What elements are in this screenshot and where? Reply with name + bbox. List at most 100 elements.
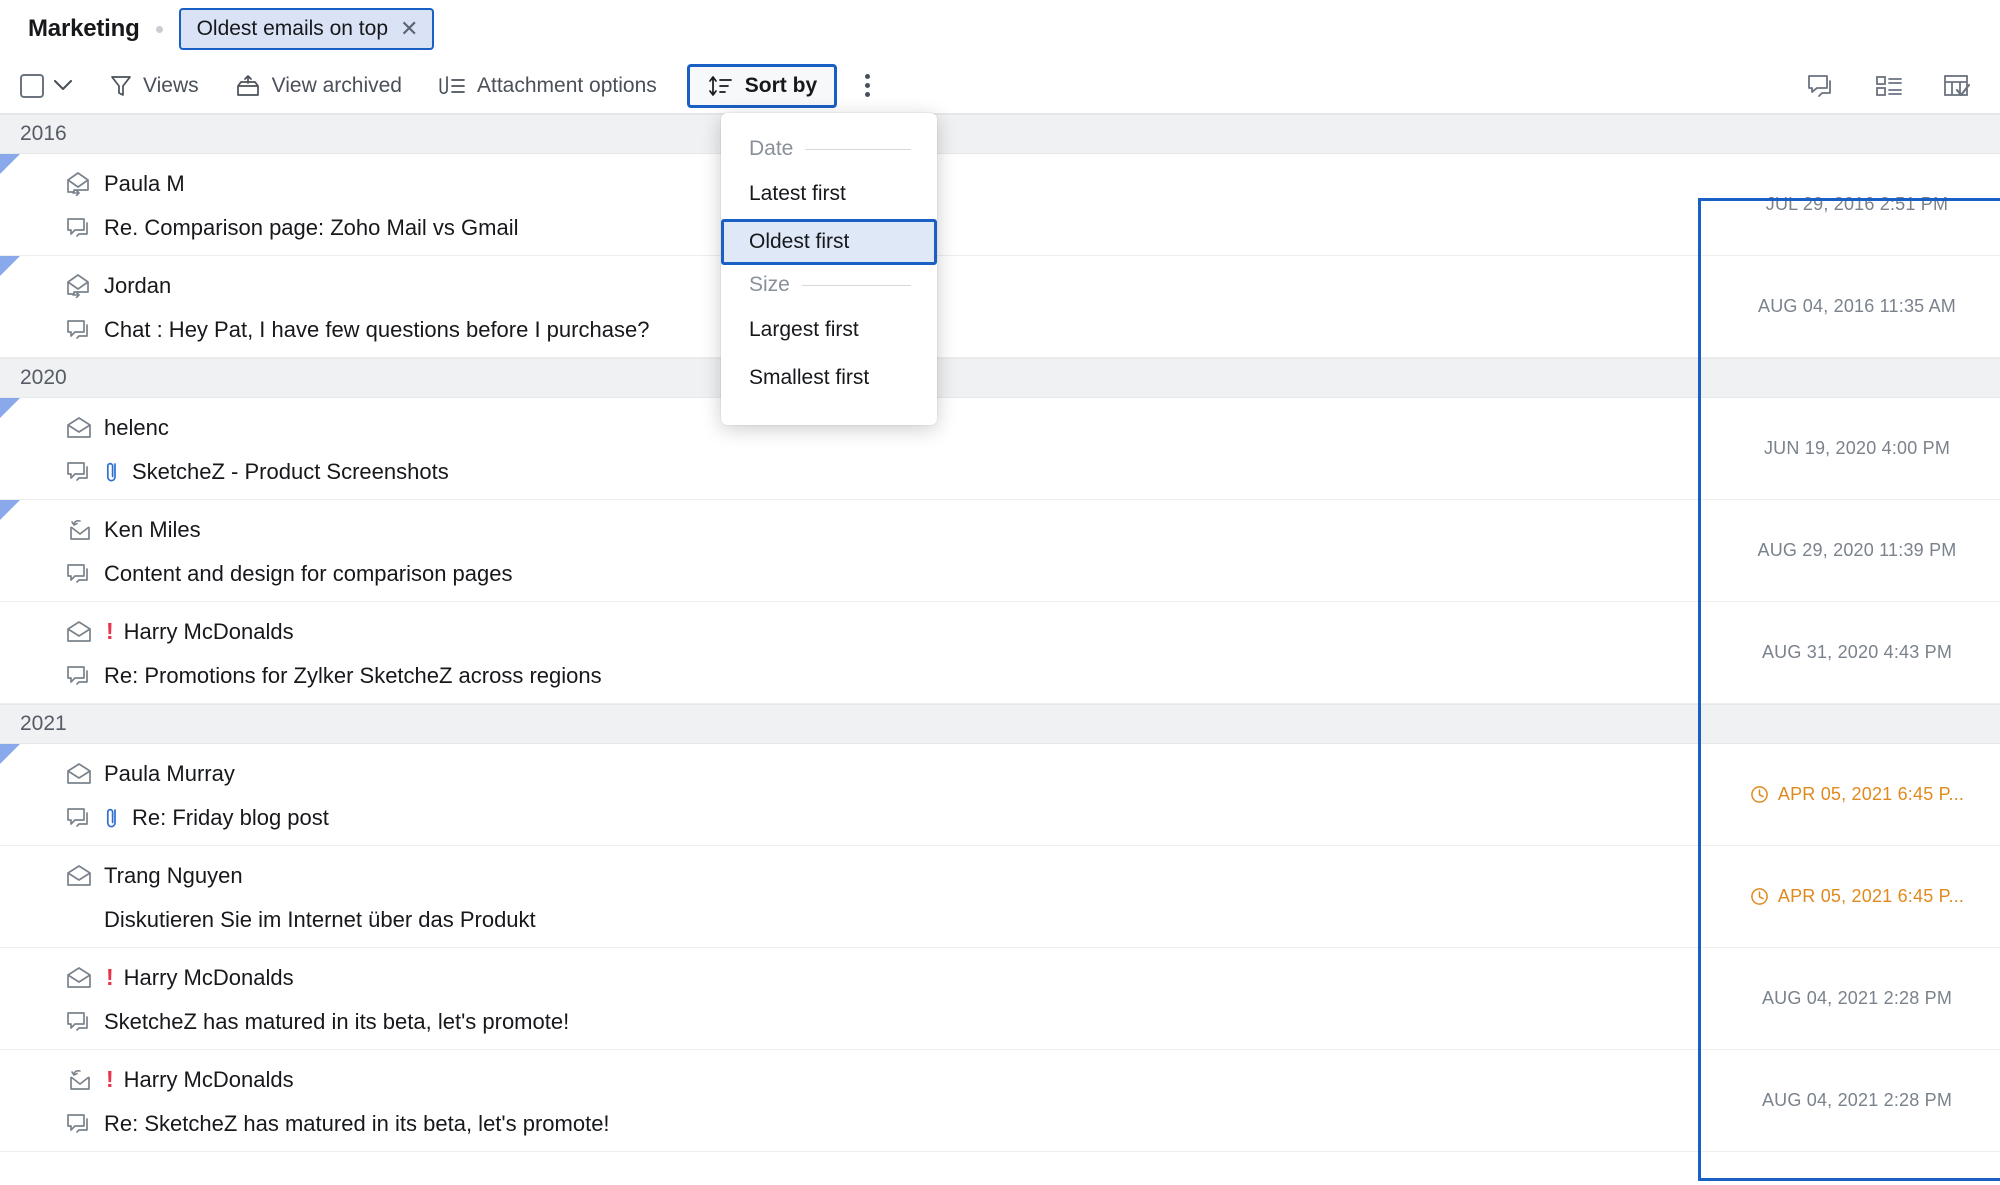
sort-by-button[interactable]: Sort by (686, 63, 838, 108)
select-all-checkbox[interactable] (20, 73, 44, 98)
email-subject-line: SketcheZ - Product Screenshots (66, 450, 1740, 494)
high-priority-icon: ! (106, 964, 114, 990)
clock-icon (1750, 887, 1769, 906)
toolbar-item-view-archived[interactable]: View archived (225, 68, 412, 104)
conversation-icon (66, 216, 92, 240)
conversation-icon (66, 1010, 92, 1034)
envelope-open-icon (66, 966, 92, 989)
email-date: AUG 04, 2021 2:28 PM (1761, 988, 1953, 1008)
email-date-cell: AUG 31, 2020 4:43 PM (1740, 642, 2000, 663)
email-sender: Paula Murray (104, 760, 235, 786)
active-sort-chip[interactable]: Oldest emails on top ✕ (178, 8, 435, 50)
sort-icon (707, 74, 733, 98)
active-sort-chip-label: Oldest emails on top (196, 17, 388, 40)
sort-by-button-label: Sort by (744, 73, 818, 97)
conversation-icon (66, 318, 92, 342)
page-header: Marketing Oldest emails on top ✕ (0, 0, 2000, 58)
unread-corner-flag-icon (0, 154, 20, 174)
email-sender: Harry McDonalds (123, 964, 294, 990)
close-icon[interactable]: ✕ (400, 18, 418, 40)
kebab-menu-icon[interactable] (851, 66, 884, 105)
section-divider (805, 148, 911, 150)
year-group-label: 2016 (20, 122, 67, 145)
email-list-row[interactable]: Paula M Re. Comparison page: Zoho Mail v… (0, 154, 2000, 256)
email-date-cell: AUG 04, 2021 2:28 PM (1740, 1090, 2000, 1111)
conversation-icon (66, 1112, 92, 1136)
email-subject: Re: SketcheZ has matured in its beta, le… (104, 1110, 610, 1136)
email-date-cell: APR 05, 2021 6:45 P... (1740, 886, 2000, 907)
year-group-label: 2020 (20, 366, 67, 389)
email-date: APR 05, 2021 6:45 P... (1777, 886, 1965, 906)
archive-icon (235, 74, 261, 98)
email-list-row[interactable]: Ken Miles Content and design for compari… (0, 500, 2000, 602)
email-row-content: ! Harry McDonalds Re: Promotions for Zyl… (0, 608, 1740, 698)
section-divider (801, 284, 911, 286)
year-group-header: 2021 (0, 704, 2000, 744)
email-subject-line: Content and design for comparison pages (66, 552, 1740, 596)
envelope-replied-icon (66, 273, 92, 298)
email-list-row[interactable]: ! Harry McDonalds Re: SketcheZ has matur… (0, 1050, 2000, 1152)
unread-corner-flag-icon (0, 256, 20, 276)
toolbar-item-label: Attachment options (477, 73, 657, 97)
email-subject-line: SketcheZ has matured in its beta, let's … (66, 1000, 1740, 1044)
sort-menu-option[interactable]: Smallest first (721, 355, 937, 401)
list-toolbar: Views View archived Attachment options S… (0, 58, 2000, 114)
high-priority-icon: ! (106, 618, 114, 644)
email-sender-line: Paula Murray (66, 752, 1740, 796)
sort-menu-option[interactable]: Largest first (721, 307, 937, 353)
sort-menu-option[interactable]: Oldest first (721, 219, 937, 265)
conversation-view-icon[interactable] (1802, 68, 1840, 104)
email-sender: Ken Miles (104, 516, 201, 542)
toolbar-item-views[interactable]: Views (100, 68, 209, 104)
sort-menu-option[interactable]: Latest first (721, 171, 937, 217)
email-subject: Diskutieren Sie im Internet über das Pro… (104, 906, 536, 932)
email-sender-line: Trang Nguyen (66, 854, 1740, 898)
email-sender-line: ! Harry McDonalds (66, 956, 1740, 1000)
email-subject-line: Re: SketcheZ has matured in its beta, le… (66, 1102, 1740, 1146)
email-list-row[interactable]: Paula Murray Re: Friday blog post APR 05… (0, 744, 2000, 846)
email-date-cell: JUN 19, 2020 4:00 PM (1740, 438, 2000, 459)
table-view-icon[interactable] (1938, 68, 1976, 104)
email-list-row[interactable]: ! Harry McDonalds Re: Promotions for Zyl… (0, 602, 2000, 704)
email-sender-line: ! Harry McDonalds (66, 1058, 1740, 1102)
email-date: JUN 19, 2020 4:00 PM (1763, 438, 1951, 458)
sort-menu-section-label: Date (749, 137, 794, 160)
envelope-reply-arrow-icon (66, 1068, 92, 1092)
toolbar-item-attachment-options[interactable]: Attachment options (428, 68, 667, 104)
email-list-row[interactable]: Jordan Chat : Hey Pat, I have few questi… (0, 256, 2000, 358)
email-list-row[interactable]: helenc SketcheZ - Product Screenshots JU… (0, 398, 2000, 500)
year-group-header: 2020 (0, 358, 2000, 398)
email-subject: Content and design for comparison pages (104, 560, 513, 586)
email-date-cell: APR 05, 2021 6:45 P... (1740, 784, 2000, 805)
email-sender-line: Ken Miles (66, 508, 1740, 552)
list-view-icon[interactable] (1870, 68, 1908, 104)
year-group-header: 2016 (0, 114, 2000, 154)
attachment-icon (104, 460, 120, 484)
email-row-content: ! Harry McDonalds SketcheZ has matured i… (0, 954, 1740, 1044)
email-date-cell: AUG 04, 2021 2:28 PM (1740, 988, 2000, 1009)
email-list-row[interactable]: ! Harry McDonalds SketcheZ has matured i… (0, 948, 2000, 1050)
conversation-icon (66, 664, 92, 688)
attachment-icon (104, 806, 120, 830)
email-date: JUL 29, 2016 2:51 PM (1765, 194, 1949, 214)
email-subject-line: Re: Friday blog post (66, 796, 1740, 840)
view-mode-icons (1802, 68, 1976, 104)
email-date-cell: AUG 29, 2020 11:39 PM (1740, 540, 2000, 561)
email-sender: helenc (104, 414, 169, 440)
chevron-down-icon[interactable] (48, 74, 78, 97)
sort-by-dropdown-menu: Date Latest first Oldest first Size Largest … (721, 113, 937, 425)
email-sender: Harry McDonalds (123, 618, 294, 644)
clock-icon (1750, 785, 1769, 804)
email-list-row[interactable]: Trang Nguyen Diskutieren Sie im Internet… (0, 846, 2000, 948)
high-priority-icon: ! (106, 1066, 114, 1092)
envelope-open-icon (66, 762, 92, 785)
email-subject: Chat : Hey Pat, I have few questions bef… (104, 316, 650, 342)
email-date: AUG 04, 2021 2:28 PM (1761, 1090, 1953, 1110)
email-date: AUG 29, 2020 11:39 PM (1757, 540, 1957, 560)
conversation-icon (66, 806, 92, 830)
year-group-label: 2021 (20, 712, 67, 735)
email-sender: Paula M (104, 170, 185, 196)
email-row-content: ! Harry McDonalds Re: SketcheZ has matur… (0, 1056, 1740, 1146)
envelope-replied-icon (66, 171, 92, 196)
email-subject: SketcheZ - Product Screenshots (132, 458, 449, 484)
